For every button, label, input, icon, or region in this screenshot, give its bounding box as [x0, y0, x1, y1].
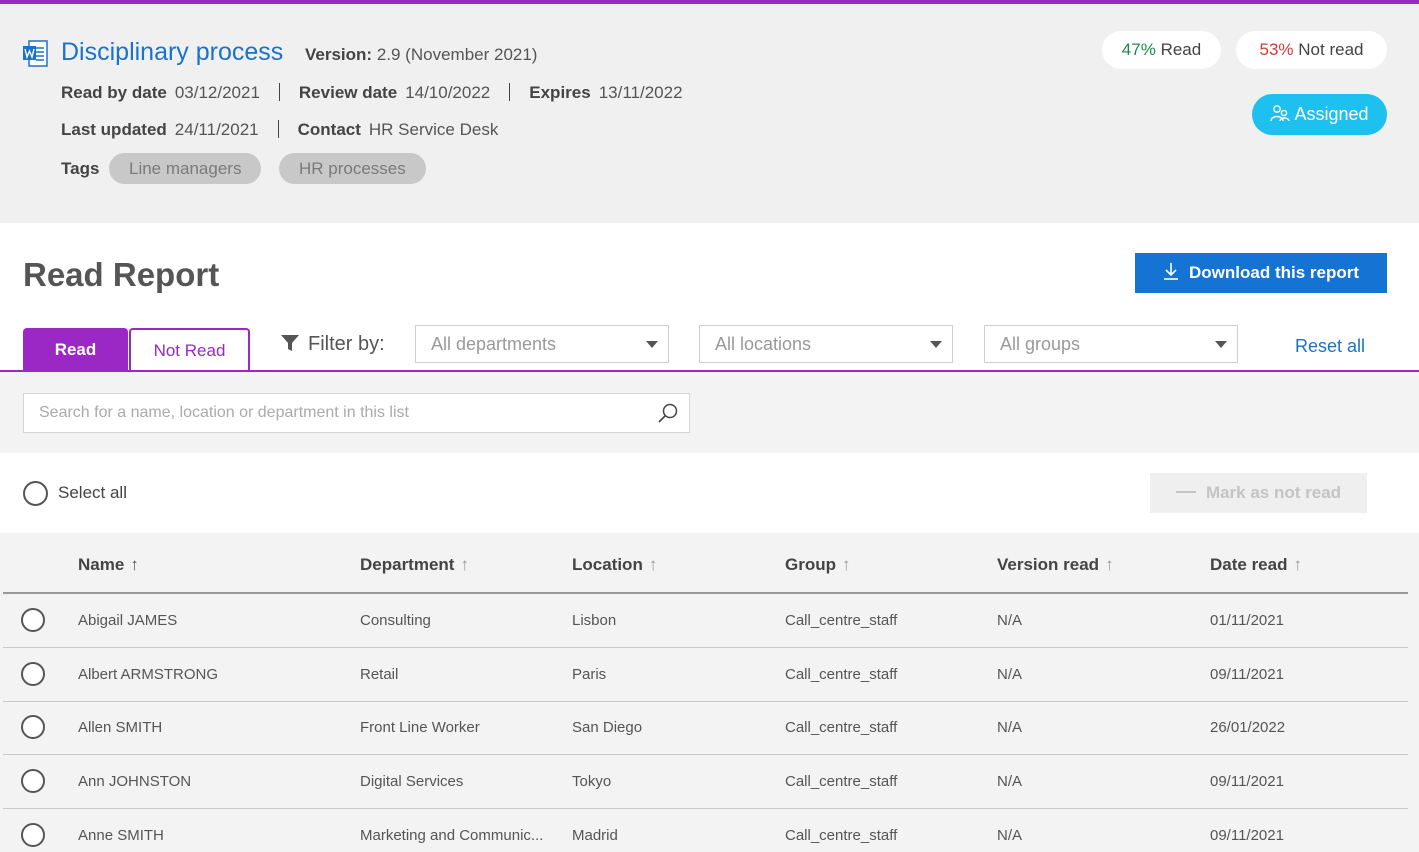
cell-department: Front Line Worker — [360, 719, 480, 736]
reset-all-link[interactable]: Reset all — [1295, 336, 1365, 357]
row-select-checkbox[interactable] — [21, 769, 45, 793]
cell-name: Anne SMITH — [78, 827, 164, 844]
read-percentage-badge: 47% Read — [1102, 31, 1221, 69]
document-version: Version: 2.9 (November 2021) — [305, 45, 538, 64]
cell-name: Abigail JAMES — [78, 612, 178, 629]
read-by-value: 03/12/2021 — [174, 83, 260, 102]
select-all-label[interactable]: Select all — [58, 483, 127, 503]
row-select-checkbox[interactable] — [21, 715, 45, 739]
cell-version-read: N/A — [997, 773, 1023, 790]
table-row: Ann JOHNSTON Digital Services Tokyo Call… — [3, 755, 1408, 809]
cell-version-read: N/A — [997, 666, 1023, 683]
select-all-checkbox[interactable] — [23, 481, 48, 506]
table-row: Albert ARMSTRONG Retail Paris Call_centr… — [3, 648, 1408, 702]
document-title[interactable]: Disciplinary process — [61, 38, 283, 67]
column-header-name[interactable]: Name ↑ — [78, 555, 139, 575]
cell-group: Call_centre_staff — [785, 827, 898, 844]
cell-version-read: N/A — [997, 827, 1023, 844]
minus-icon — [1175, 491, 1196, 493]
cell-department: Marketing and Communic... — [360, 827, 544, 844]
report-title: Read Report — [23, 256, 220, 293]
cell-location: San Diego — [572, 719, 643, 736]
cell-name: Ann JOHNSTON — [78, 773, 192, 790]
meta-row-updated: Last updated 24/11/2021 Contact HR Service … — [61, 120, 498, 140]
contact-label: Contact — [297, 120, 361, 139]
cell-version-read: N/A — [997, 719, 1023, 736]
column-header-group[interactable]: Group ↑ — [785, 555, 851, 575]
tag-line-managers[interactable]: Line managers — [109, 153, 262, 184]
sort-arrow-icon: ↑ — [1293, 555, 1302, 574]
cell-group: Call_centre_staff — [785, 773, 898, 790]
cell-location: Lisbon — [572, 612, 617, 629]
tags-label: Tags — [61, 159, 100, 178]
row-select-checkbox[interactable] — [21, 662, 45, 686]
cell-department: Digital Services — [360, 773, 464, 790]
download-report-button[interactable]: Download this report — [1135, 253, 1387, 293]
tag-hr-processes[interactable]: HR processes — [279, 153, 426, 184]
cell-date-read: 09/11/2021 — [1210, 773, 1284, 790]
row-select-checkbox[interactable] — [21, 608, 45, 632]
sort-arrow-icon: ↑ — [648, 555, 658, 574]
department-filter-select[interactable]: All departments — [415, 325, 669, 363]
funnel-icon — [281, 335, 299, 351]
chevron-down-icon — [646, 341, 658, 348]
tab-read[interactable]: Read — [23, 328, 128, 371]
cell-location: Paris — [572, 666, 607, 683]
assigned-button[interactable]: Assigned — [1252, 94, 1387, 135]
cell-date-read: 09/11/2021 — [1210, 666, 1284, 683]
cell-group: Call_centre_staff — [785, 612, 898, 629]
cell-date-read: 01/11/2021 — [1210, 612, 1284, 629]
filter-label: Filter by: — [280, 333, 385, 356]
group-filter-select[interactable]: All groups — [984, 325, 1238, 363]
cell-version-read: N/A — [997, 612, 1023, 629]
last-updated-value: 24/11/2021 — [174, 120, 259, 139]
cell-name: Albert ARMSTRONG — [78, 666, 219, 683]
location-filter-select[interactable]: All locations — [699, 325, 953, 363]
cell-location: Madrid — [572, 827, 618, 844]
table-row: Allen SMITH Front Line Worker San Diego … — [3, 701, 1408, 755]
meta-row-dates: Read by date 03/12/2021 Review date 14/10/2… — [61, 83, 683, 103]
review-date-label: Review date — [298, 83, 398, 102]
sort-arrow-icon: ↑ — [460, 555, 469, 574]
cell-group: Call_centre_staff — [785, 666, 898, 683]
sort-arrow-icon: ↑ — [130, 555, 139, 574]
last-updated-label: Last updated — [61, 120, 167, 139]
cell-location: Tokyo — [572, 773, 612, 790]
contact-value: HR Service Desk — [368, 120, 499, 139]
sort-arrow-icon: ↑ — [1105, 555, 1114, 574]
not-read-percentage-badge: 53% Not read — [1236, 31, 1387, 69]
expires-value: 13/11/2022 — [598, 83, 683, 102]
chevron-down-icon — [930, 341, 942, 348]
cell-date-read: 26/01/2022 — [1210, 719, 1286, 736]
column-header-date-read[interactable]: Date read ↑ — [1210, 555, 1302, 575]
read-by-label: Read by date — [61, 83, 167, 102]
cell-department: Retail — [360, 666, 399, 683]
search-icon[interactable] — [657, 402, 679, 424]
people-icon — [1270, 105, 1291, 122]
cell-date-read: 09/11/2021 — [1210, 827, 1284, 844]
sort-arrow-icon: ↑ — [842, 555, 851, 574]
tab-not-read[interactable]: Not Read — [129, 328, 250, 371]
chevron-down-icon — [1215, 341, 1227, 348]
column-header-version-read[interactable]: Version read ↑ — [997, 555, 1114, 575]
table-row: Anne SMITH Marketing and Communic... Mad… — [3, 809, 1408, 852]
cell-name: Allen SMITH — [78, 719, 163, 736]
word-doc-icon — [23, 40, 48, 67]
cell-department: Consulting — [360, 612, 431, 629]
mark-as-not-read-button[interactable]: Mark as not read — [1150, 473, 1367, 513]
column-header-department[interactable]: Department ↑ — [360, 555, 469, 575]
download-icon — [1164, 263, 1178, 280]
expires-label: Expires — [529, 83, 591, 102]
search-input[interactable]: Search for a name, location or departmen… — [23, 393, 690, 433]
column-header-location[interactable]: Location ↑ — [572, 555, 657, 575]
row-select-checkbox[interactable] — [21, 823, 45, 847]
cell-group: Call_centre_staff — [785, 719, 898, 736]
review-date-value: 14/10/2022 — [405, 83, 491, 102]
table-row: Abigail JAMES Consulting Lisbon Call_cen… — [3, 594, 1408, 648]
